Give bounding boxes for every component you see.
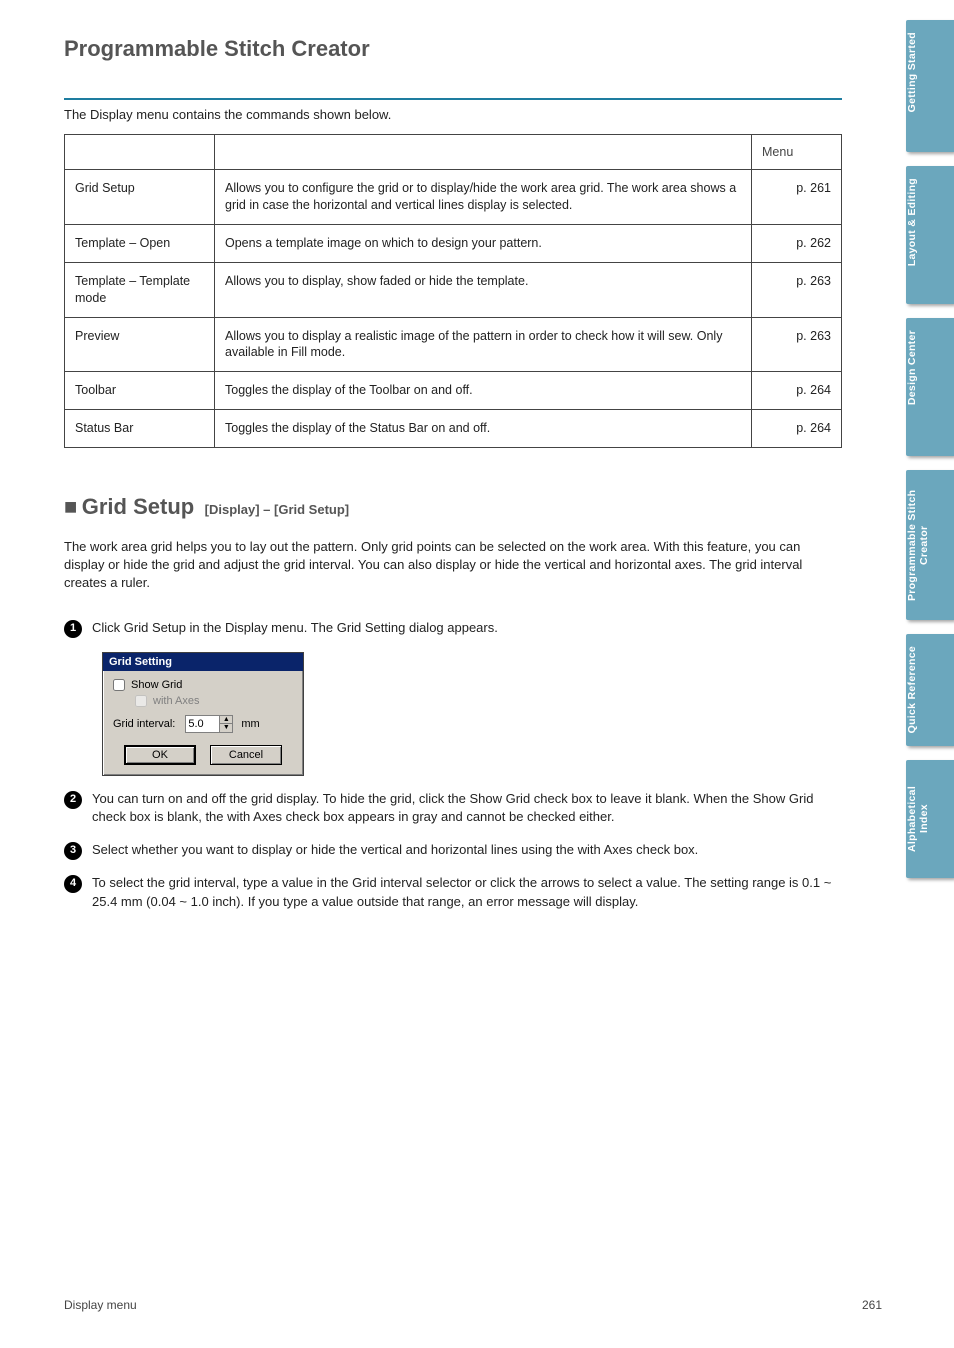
- section-desc: The work area grid helps you to lay out …: [64, 538, 842, 593]
- with-axes-label: with Axes: [153, 695, 199, 707]
- side-tab[interactable]: Layout & Editing: [906, 166, 954, 304]
- cell-desc: Toggles the display of the Status Bar on…: [215, 410, 752, 448]
- step-bullet: 2: [64, 791, 82, 809]
- th-menu: Menu: [752, 135, 842, 170]
- step-bullet: 3: [64, 842, 82, 860]
- steps-list: 1 Click Grid Setup in the Display menu. …: [64, 619, 842, 912]
- side-tab-label: Layout & Editing: [906, 166, 918, 278]
- interval-input[interactable]: [185, 715, 219, 733]
- side-tab-label: Design Center: [906, 318, 918, 417]
- table-row: ToolbarToggles the display of the Toolba…: [65, 372, 842, 410]
- side-tab[interactable]: Quick Reference: [906, 634, 954, 746]
- page-title: Programmable Stitch Creator: [64, 36, 842, 62]
- cell-desc: Allows you to display, show faded or hid…: [215, 262, 752, 317]
- cell-name: Template – Template mode: [65, 262, 215, 317]
- cell-name: Status Bar: [65, 410, 215, 448]
- display-menu-table: Menu Grid SetupAllows you to configure t…: [64, 134, 842, 448]
- cell-page: p. 263: [752, 317, 842, 372]
- cell-desc: Opens a template image on which to desig…: [215, 224, 752, 262]
- spin-down-icon[interactable]: ▼: [220, 724, 232, 732]
- show-grid-label: Show Grid: [131, 679, 182, 691]
- step-3: 3 Select whether you want to display or …: [64, 841, 842, 860]
- table-row: Template – OpenOpens a template image on…: [65, 224, 842, 262]
- side-tab-label: Quick Reference: [906, 634, 918, 745]
- section-header: ■ Grid Setup [Display] – [Grid Setup]: [64, 494, 842, 520]
- table-row: Template – Template modeAllows you to di…: [65, 262, 842, 317]
- section-anchor: ■: [64, 494, 77, 519]
- page-footer: Display menu 261: [64, 1298, 882, 1312]
- checkbox-icon: [135, 695, 147, 707]
- intro-text: The Display menu contains the commands s…: [64, 106, 842, 124]
- with-axes-checkbox: with Axes: [135, 695, 293, 707]
- cell-page: p. 261: [752, 170, 842, 225]
- interval-unit: mm: [241, 718, 259, 730]
- side-tab[interactable]: Alphabetical Index: [906, 760, 954, 878]
- step-4: 4 To select the grid interval, type a va…: [64, 874, 842, 912]
- cell-page: p. 262: [752, 224, 842, 262]
- side-tab-label: Getting Started: [906, 20, 918, 124]
- step-2: 2 You can turn on and off the grid displ…: [64, 790, 842, 828]
- step-1: 1 Click Grid Setup in the Display menu. …: [64, 619, 842, 638]
- side-tabs: Getting Started Layout & Editing Design Ce…: [906, 20, 954, 892]
- table-row: Status BarToggles the display of the Sta…: [65, 410, 842, 448]
- step-text: To select the grid interval, type a valu…: [92, 874, 842, 912]
- step-bullet: 1: [64, 620, 82, 638]
- cell-desc: Toggles the display of the Toolbar on an…: [215, 372, 752, 410]
- th-blank1: [65, 135, 215, 170]
- ok-button[interactable]: OK: [124, 745, 196, 765]
- dialog-title: Grid Setting: [103, 653, 303, 671]
- checkbox-icon[interactable]: [113, 679, 125, 691]
- footer-left: Display menu: [64, 1298, 137, 1312]
- side-tab[interactable]: Getting Started: [906, 20, 954, 152]
- side-tab-label: Programmable Stitch Creator: [906, 470, 930, 620]
- section-shortcut: [Display] – [Grid Setup]: [205, 502, 349, 517]
- dialog-screenshot: Grid Setting Show Grid with Axes Grid in…: [102, 652, 842, 776]
- th-blank2: [215, 135, 752, 170]
- side-tab[interactable]: Programmable Stitch Creator: [906, 470, 954, 620]
- table-row: PreviewAllows you to display a realistic…: [65, 317, 842, 372]
- cell-name: Template – Open: [65, 224, 215, 262]
- grid-interval-row: Grid interval: ▲ ▼ mm: [113, 715, 293, 733]
- interval-spinner[interactable]: ▲ ▼: [185, 715, 233, 733]
- cell-name: Preview: [65, 317, 215, 372]
- side-tab-label: Alphabetical Index: [906, 760, 930, 878]
- cancel-button[interactable]: Cancel: [210, 745, 282, 765]
- cell-page: p. 263: [752, 262, 842, 317]
- step-text: Click Grid Setup in the Display menu. Th…: [92, 619, 842, 638]
- cell-page: p. 264: [752, 372, 842, 410]
- spin-up-icon[interactable]: ▲: [220, 716, 232, 724]
- cell-name: Grid Setup: [65, 170, 215, 225]
- step-text: You can turn on and off the grid display…: [92, 790, 842, 828]
- step-text: Select whether you want to display or hi…: [92, 841, 842, 860]
- show-grid-checkbox[interactable]: Show Grid: [113, 679, 293, 691]
- cell-page: p. 264: [752, 410, 842, 448]
- footer-right: 261: [862, 1298, 882, 1312]
- title-rule: [64, 98, 842, 100]
- cell-name: Toolbar: [65, 372, 215, 410]
- cell-desc: Allows you to configure the grid or to d…: [215, 170, 752, 225]
- interval-label: Grid interval:: [113, 718, 175, 730]
- section-label: Grid Setup: [82, 494, 194, 519]
- table-row: Grid SetupAllows you to configure the gr…: [65, 170, 842, 225]
- cell-desc: Allows you to display a realistic image …: [215, 317, 752, 372]
- side-tab[interactable]: Design Center: [906, 318, 954, 456]
- step-bullet: 4: [64, 875, 82, 893]
